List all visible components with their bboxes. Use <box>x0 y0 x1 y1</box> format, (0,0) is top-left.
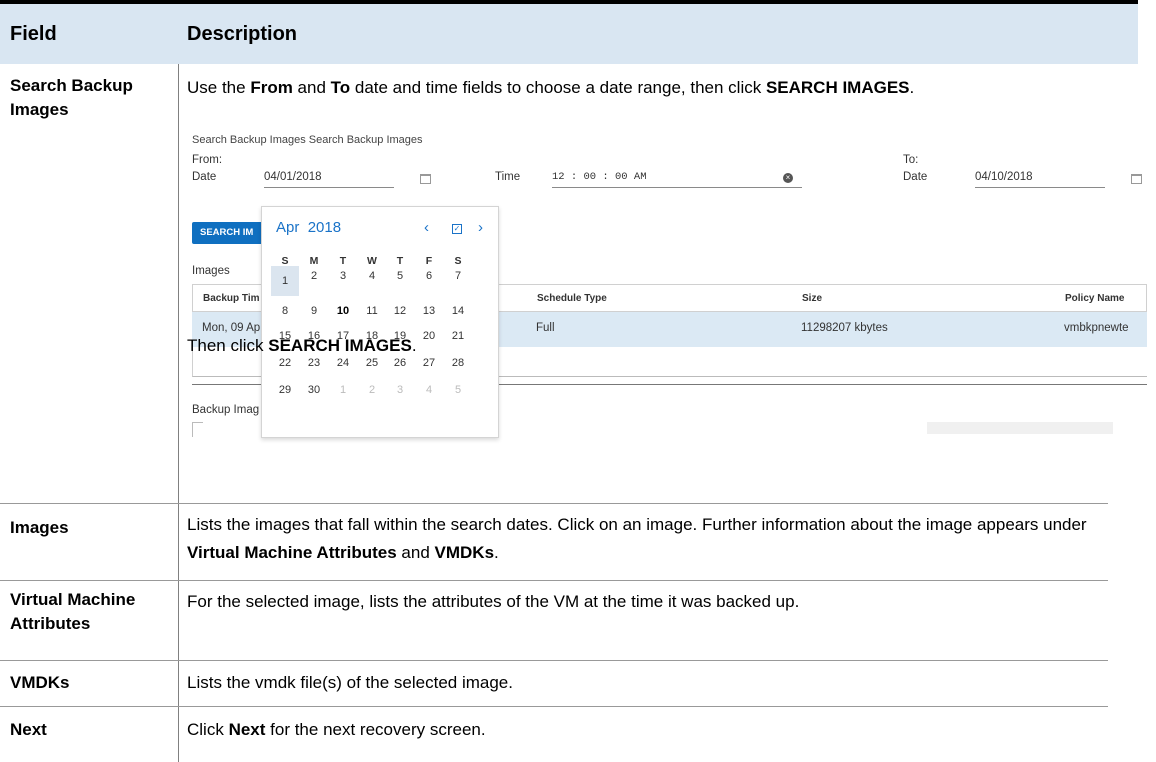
to-date-label: Date <box>903 171 928 183</box>
calendar-icon[interactable] <box>420 174 431 184</box>
calendar-day[interactable]: 5 <box>386 266 414 286</box>
field-label-line: Virtual Machine <box>10 590 136 609</box>
from-label: From: <box>192 154 223 166</box>
column-size[interactable]: Size <box>802 293 822 304</box>
field-label-line: Attributes <box>10 614 91 633</box>
calendar-day[interactable]: 12 <box>386 301 414 321</box>
desc-search-followup: Then click SEARCH IMAGES. <box>187 336 417 355</box>
row-divider <box>0 580 1108 581</box>
date-picker-popup: Apr 2018 ‹ ✓ › SMTWTFS 1 2 3 4 5 6 7 8 9 10 11 12 13… <box>261 206 499 438</box>
images-label: Images <box>192 265 230 277</box>
to-date-input[interactable]: 04/10/2018 <box>975 171 1033 183</box>
field-label-line: Images <box>10 100 69 119</box>
calendar-day[interactable]: 3 <box>329 266 357 286</box>
field-next: Next <box>10 720 47 739</box>
desc-images: Lists the images that fall within the se… <box>187 515 1087 562</box>
calendar-day[interactable]: 8 <box>271 301 299 321</box>
column-divider <box>178 64 179 762</box>
field-virtual-machine-attributes: Virtual Machine Attributes <box>10 588 135 636</box>
calendar-day[interactable]: 14 <box>444 301 472 321</box>
calendar-day[interactable]: 4 <box>358 266 386 286</box>
backup-images-label: Backup Imag <box>192 404 260 416</box>
calendar-day[interactable]: 5 <box>444 380 472 400</box>
panel-title: Search Backup Images Search Backup Image… <box>192 134 423 146</box>
chevron-left-icon[interactable]: ‹ <box>424 219 429 236</box>
desc-vmdks: Lists the vmdk file(s) of the selected i… <box>187 673 513 692</box>
calendar-icon[interactable] <box>1131 174 1142 184</box>
calendar-day[interactable]: 30 <box>300 380 328 400</box>
from-date-label: Date <box>192 171 217 183</box>
chevron-right-icon[interactable]: › <box>478 219 483 236</box>
calendar-day[interactable]: 10 <box>329 301 357 321</box>
calendar-day[interactable]: 4 <box>415 380 443 400</box>
search-images-screenshot: Search Backup Images Search Backup Image… <box>187 126 1147 438</box>
desc-virtual-machine-attributes: For the selected image, lists the attrib… <box>187 592 800 611</box>
column-schedule-type[interactable]: Schedule Type <box>537 293 607 304</box>
desc-next: Click Next for the next recovery screen. <box>187 720 486 739</box>
clear-time-icon[interactable]: × <box>783 173 793 183</box>
check-square-icon[interactable]: ✓ <box>452 224 462 234</box>
time-label: Time <box>495 171 521 183</box>
from-date-underline <box>264 187 394 188</box>
row-divider <box>0 503 1108 504</box>
field-images: Images <box>10 518 69 537</box>
calendar-day[interactable]: 2 <box>358 380 386 400</box>
from-date-input[interactable]: 04/01/2018 <box>264 171 322 183</box>
lower-grid-edge <box>192 422 203 437</box>
from-time-underline <box>552 187 802 188</box>
from-time-input[interactable]: 12 : 00 : 00 AM <box>552 171 647 183</box>
calendar-day[interactable]: 9 <box>300 301 328 321</box>
table-header: Field Description <box>0 4 1138 64</box>
field-vmdks: VMDKs <box>10 673 70 692</box>
field-search-backup-images: Search Backup Images <box>10 74 133 122</box>
calendar-day[interactable]: 2 <box>300 266 328 286</box>
calendar-day[interactable]: 6 <box>415 266 443 286</box>
lower-gray-strip <box>927 422 1113 434</box>
desc-search-backup-images: Use the From and To date and time fields… <box>187 78 915 97</box>
to-label: To: <box>903 154 919 166</box>
column-policy-name[interactable]: Policy Name <box>1065 293 1124 304</box>
column-backup-time[interactable]: Backup Tim <box>203 293 260 304</box>
calendar-day[interactable]: 1 <box>271 266 299 296</box>
calendar-day[interactable]: 1 <box>329 380 357 400</box>
row-divider <box>0 660 1108 661</box>
field-label-line: Search Backup <box>10 76 133 95</box>
calendar-day[interactable]: 13 <box>415 301 443 321</box>
row-divider <box>0 706 1108 707</box>
calendar-month: Apr <box>276 219 300 236</box>
to-date-underline <box>975 187 1105 188</box>
calendar-day[interactable]: 7 <box>444 266 472 286</box>
calendar-day[interactable]: 3 <box>386 380 414 400</box>
calendar-month-year[interactable]: Apr 2018 <box>276 219 341 236</box>
calendar-day[interactable]: 11 <box>358 301 386 321</box>
header-description: Description <box>187 22 298 45</box>
search-images-button[interactable]: SEARCH IM <box>192 222 270 244</box>
calendar-day[interactable]: 29 <box>271 380 299 400</box>
field-description-table: Field Description Search Backup Images U… <box>0 0 1147 762</box>
calendar-year: 2018 <box>307 219 342 236</box>
header-field: Field <box>10 22 57 45</box>
